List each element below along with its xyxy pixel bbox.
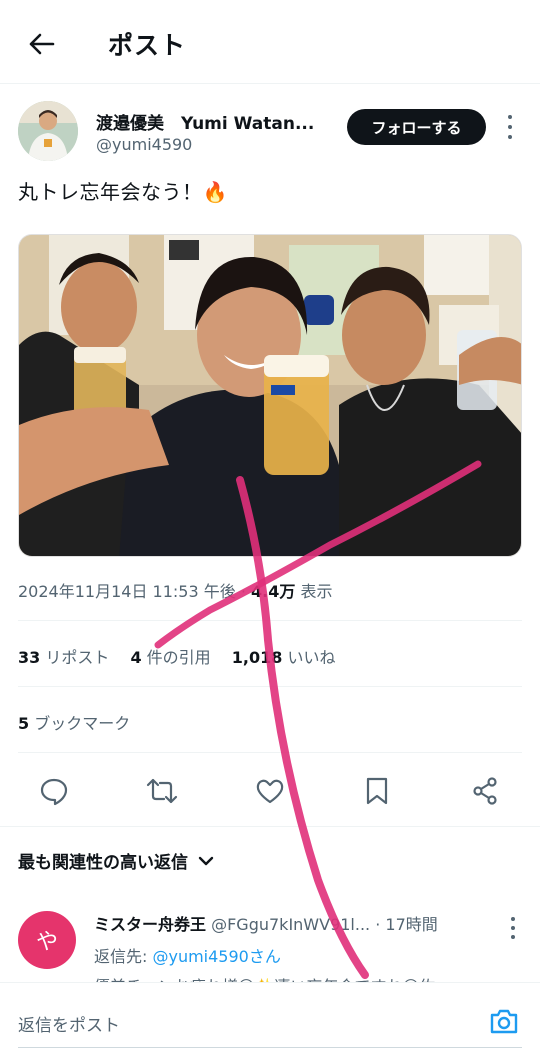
author-handle[interactable]: @yumi4590 xyxy=(96,135,192,154)
reply-to: 返信先: @yumi4590さん xyxy=(94,947,281,966)
back-arrow-icon[interactable] xyxy=(22,24,62,64)
page-title: ポスト xyxy=(108,31,187,60)
author-name[interactable]: 渡邉優美 Yumi Watan... xyxy=(96,109,326,134)
composer-underline xyxy=(18,1047,522,1048)
reply-time: · 17時間 xyxy=(370,915,438,934)
bookmark-count[interactable]: 5 ブックマーク xyxy=(18,710,130,734)
divider xyxy=(18,620,522,621)
top-bar: ポスト xyxy=(0,0,540,84)
view-count: 4.4万 xyxy=(251,582,296,601)
post-author: 渡邉優美 Yumi Watan... @yumi4590 フォローする xyxy=(18,101,522,163)
reply-author-handle[interactable]: @FGgu7kInWV91l... xyxy=(206,915,370,934)
camera-icon[interactable] xyxy=(488,1005,520,1037)
reply-header: ミスター舟券王 @FGgu7kInWV91l... · 17時間 xyxy=(94,911,494,935)
divider xyxy=(18,686,522,687)
reply-to-handle[interactable]: @yumi4590さん xyxy=(152,947,280,966)
reply-input[interactable]: 返信をポスト xyxy=(18,1011,120,1036)
reply-sort-dropdown[interactable]: 最も関連性の高い返信 xyxy=(18,848,214,873)
chevron-down-icon xyxy=(198,856,214,865)
action-bar xyxy=(0,766,540,814)
divider xyxy=(18,752,522,753)
post-image[interactable] xyxy=(18,234,522,557)
follow-button[interactable]: フォローする xyxy=(347,109,486,145)
post-timestamp[interactable]: 2024年11月14日 11:53 午後 · 4.4万 表示 xyxy=(18,578,332,602)
reply-icon[interactable] xyxy=(37,774,71,808)
post-datetime: 2024年11月14日 11:53 午後 xyxy=(18,582,236,601)
reply-item[interactable]: や ミスター舟券王 @FGgu7kInWV91l... · 17時間 返信先: … xyxy=(18,905,522,987)
like-icon[interactable] xyxy=(253,774,287,808)
repost-count[interactable]: 33 リポスト xyxy=(18,644,109,668)
bookmark-icon[interactable] xyxy=(360,774,394,808)
reply-more-icon[interactable] xyxy=(508,917,518,939)
reply-author-name[interactable]: ミスター舟券王 xyxy=(94,915,206,934)
reply-sort-label: 最も関連性の高い返信 xyxy=(18,853,188,873)
reply-avatar[interactable]: や xyxy=(18,911,76,969)
reply-composer: 返信をポスト xyxy=(0,982,540,1057)
quote-count[interactable]: 4 件の引用 xyxy=(130,644,210,668)
post-stats: 33 リポスト 4 件の引用 1,018 いいね xyxy=(18,644,351,668)
like-count[interactable]: 1,018 いいね xyxy=(232,644,336,668)
post-text: 丸トレ忘年会なう！🔥 xyxy=(18,180,228,204)
divider xyxy=(0,826,540,827)
repost-icon[interactable] xyxy=(145,774,179,808)
share-icon[interactable] xyxy=(468,774,502,808)
more-options-icon[interactable] xyxy=(502,115,518,139)
author-avatar[interactable] xyxy=(18,101,78,161)
